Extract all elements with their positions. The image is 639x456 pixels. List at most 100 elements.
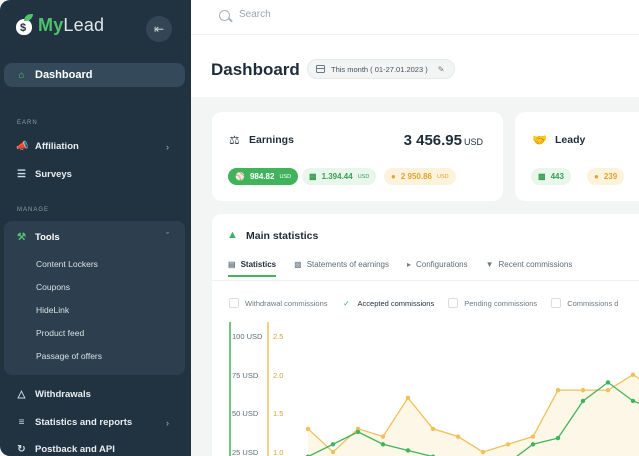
logo[interactable]: $ MyLead [15, 14, 104, 36]
history-icon: ↻ [17, 444, 26, 455]
coins-icon: ● [594, 172, 599, 181]
wallet-icon: △ [17, 389, 26, 400]
data-point-yellow [555, 387, 561, 393]
sidebar-subitem-content-lockers[interactable]: Content Lockers [36, 259, 98, 269]
data-point-green [630, 398, 636, 404]
sidebar-item-label: Surveys [35, 169, 72, 180]
tabs-divider [212, 280, 639, 281]
sidebar-item-label: Tools [35, 232, 60, 243]
earnings-pill-confirmed[interactable]: ⚾ 984.82 USD [228, 168, 299, 185]
page-title: Dashboard [211, 60, 300, 79]
data-point-green [530, 442, 536, 447]
leady-card: 🤝 Leady ▩ 443 ● 239 [515, 112, 639, 201]
earnings-pill-pending[interactable]: ▩ 1.394.44 USD [302, 168, 377, 185]
earnings-total: 3 456.95 USD [404, 132, 483, 149]
filter-label: Withdrawal commissions [245, 298, 328, 308]
sidebar-tools-group: ⚒ Tools ˇ Content Lockers Coupons HideLi… [4, 221, 185, 375]
data-point-green [580, 398, 586, 404]
sidebar-item-label: Dashboard [35, 69, 93, 81]
sidebar-item-label: Statistics and reports [35, 417, 133, 428]
data-point-yellow [380, 434, 386, 439]
filter-withdrawal-commissions[interactable]: Withdrawal commissions [229, 298, 328, 308]
handshake-icon: 🤝 [532, 133, 547, 147]
tab-label: Statistics [240, 260, 277, 269]
data-point-green [405, 448, 411, 453]
earnings-pill-expected[interactable]: ● 2 950.86 USD [384, 168, 456, 185]
filter-accepted-commissions[interactable]: ✓ Accepted commissions [341, 298, 435, 308]
earnings-title: Earnings [249, 134, 294, 146]
collapse-sidebar-button[interactable]: ⇤ [146, 16, 172, 42]
logo-text: MyLead [38, 15, 104, 36]
topbar [191, 0, 639, 34]
data-point-yellow [305, 426, 311, 431]
pill-value: 443 [550, 172, 564, 181]
section-label-earn: EARN [17, 120, 38, 126]
data-point-yellow [630, 372, 636, 377]
statistics-chart: 100 USD 75 USD 50 USD 25 USD 2.5 2.0 1.5 1.0 [229, 322, 639, 456]
edit-icon[interactable]: ✎ [438, 65, 445, 74]
money-bag-icon: $ [15, 14, 33, 36]
checkbox[interactable] [448, 298, 459, 308]
search-input[interactable] [239, 9, 439, 20]
logo-lead: Lead [63, 14, 105, 35]
filter-label: Accepted commissions [357, 298, 435, 308]
megaphone-icon: ▸ [406, 260, 411, 269]
confirmed-icon: ⚾ [235, 172, 245, 181]
sidebar-item-surveys[interactable]: ☰ Surveys [16, 169, 72, 180]
data-point-yellow [455, 434, 461, 439]
data-point-green [330, 442, 336, 447]
y-right-tick-label: 2.0 [273, 371, 283, 380]
y-right-tick-label: 2.5 [273, 332, 283, 341]
home-icon: ⌂ [18, 69, 25, 81]
filter-commissions-other[interactable]: Commissions d [551, 298, 618, 308]
sidebar-subitem-product-feed[interactable]: Product feed [36, 328, 84, 338]
checkbox[interactable] [551, 298, 562, 308]
sidebar-item-postback[interactable]: ↻ Postback and API [16, 444, 115, 455]
y-left-tick-label: 100 USD [232, 332, 263, 341]
leady-pill-accepted[interactable]: ▩ 443 [531, 168, 571, 185]
series-area-yellow [308, 374, 639, 456]
sidebar-item-withdrawals[interactable]: △ Withdrawals [16, 389, 91, 400]
coins-icon: ● [391, 172, 396, 181]
main-statistics-title: Main statistics [246, 230, 319, 242]
pill-currency: USD [279, 173, 292, 180]
chevron-down-icon[interactable]: ˇ [166, 231, 169, 241]
sidebar-item-statistics-reports[interactable]: ≡ Statistics and reports › [16, 417, 169, 428]
money-icon: ▩ [294, 260, 302, 269]
tab-recent-commissions[interactable]: ▼ Recent commissions [486, 260, 573, 269]
date-range-picker[interactable]: This month ( 01-27.01.2023 ) ✎ [307, 59, 456, 79]
earnings-card: ⚖ Earnings 3 456.95 USD ⚾ 984.82 USD ▩ 1.… [212, 112, 503, 201]
checkbox[interactable] [229, 298, 239, 308]
leady-pill-pending[interactable]: ● 239 [587, 168, 625, 185]
sidebar-subitem-hidelink[interactable]: HideLink [36, 305, 69, 315]
cash-icon: ▩ [309, 172, 317, 181]
logo-my: My [38, 14, 64, 35]
sidebar-subitem-coupons[interactable]: Coupons [36, 282, 70, 292]
tab-statistics[interactable]: ▤ Statistics [228, 260, 277, 277]
pill-value: 2 950.86 [400, 172, 432, 181]
section-label-manage: MANAGE [17, 207, 50, 213]
earnings-total-value: 3 456.95 [403, 132, 462, 149]
data-point-yellow [405, 395, 411, 401]
sidebar-item-dashboard[interactable]: ⌂ Dashboard [4, 63, 185, 87]
checkbox-checked[interactable]: ✓ [341, 298, 352, 308]
chevron-right-icon: › [166, 141, 169, 152]
y-left-tick-label: 25 USD [232, 448, 259, 456]
pill-currency: USD [436, 173, 449, 180]
data-point-yellow [330, 449, 336, 455]
tab-configurations[interactable]: ▸ Configurations [407, 260, 468, 269]
sidebar: $ MyLead ⇤ ⌂ Dashboard EARN 📣 Affiliatio… [0, 0, 191, 456]
sidebar-subitem-passage-of-offers[interactable]: Passage of offers [36, 351, 102, 361]
leady-title: Leady [555, 134, 586, 146]
sidebar-item-affiliation[interactable]: 📣 Affiliation › [16, 141, 169, 152]
data-point-yellow [580, 387, 586, 393]
basket-icon: ▼ [485, 260, 494, 269]
earnings-total-currency: USD [463, 137, 483, 147]
commission-filters: Withdrawal commissions ✓ Accepted commis… [229, 298, 618, 308]
data-point-green [605, 380, 611, 385]
pill-value: 984.82 [249, 172, 275, 181]
y-left-tick-label: 75 USD [232, 371, 259, 380]
sidebar-item-tools[interactable]: ⚒ Tools [16, 232, 60, 243]
filter-pending-commissions[interactable]: Pending commissions [448, 298, 537, 308]
tab-statements-of-earnings[interactable]: ▩ Statements of earnings [294, 260, 389, 269]
